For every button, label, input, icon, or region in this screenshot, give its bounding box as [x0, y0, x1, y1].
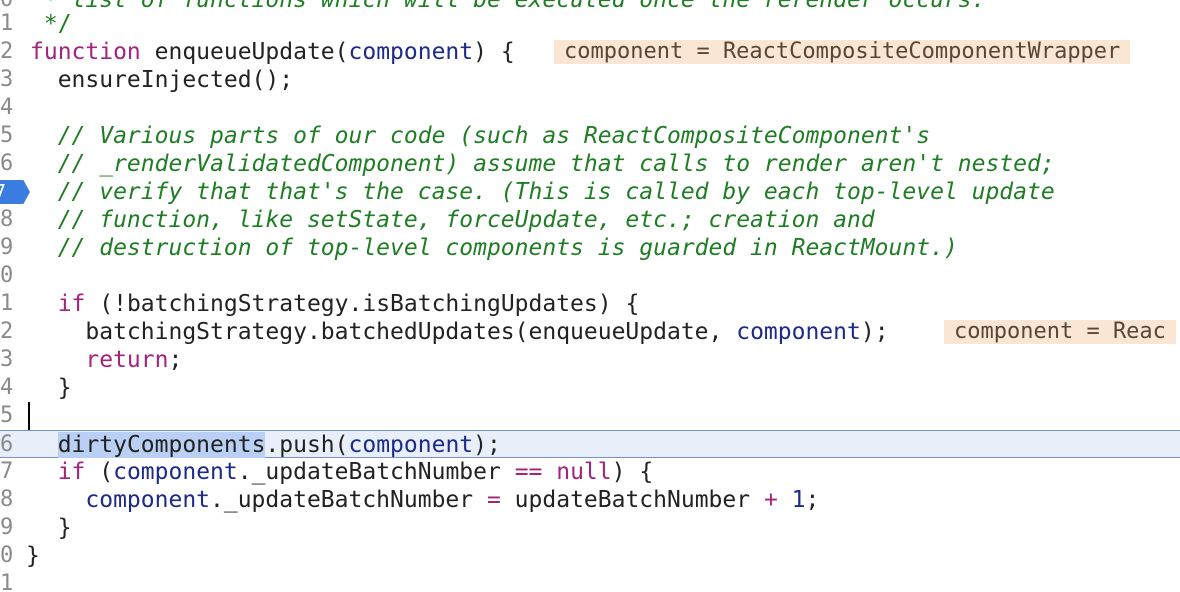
code-token: .push(	[265, 432, 349, 458]
inline-value-hint[interactable]: component = Reac	[944, 320, 1176, 344]
current-line-highlight: 6 dirtyComponents.push(component);	[0, 430, 1180, 458]
comment-text: // _renderValidatedComponent) assume tha…	[30, 151, 1055, 177]
param-token: component	[348, 39, 474, 65]
line-number: 5	[0, 123, 14, 148]
line-number: 7	[0, 459, 14, 484]
line-number: 9	[0, 235, 14, 260]
keyword: if	[57, 291, 86, 317]
operator-token: =	[486, 487, 501, 513]
line-number: 6	[0, 151, 14, 176]
code-text: }	[26, 543, 40, 569]
line-number: 3	[0, 67, 14, 92]
code-text: }	[30, 375, 72, 401]
code-line: 0 }	[0, 542, 1180, 570]
param-token: component	[85, 487, 211, 513]
code-text: batchingStrategy.batchedUpdates(enqueueU…	[30, 318, 889, 346]
code-token: ._updateBatchNumber	[237, 459, 515, 485]
code-line: 5 // Various parts of our code (such as …	[0, 122, 1180, 150]
line-number: 6	[0, 432, 14, 457]
code-text: component._updateBatchNumber = updateBat…	[30, 486, 819, 514]
code-line: 5	[0, 402, 1180, 430]
code-token: ;	[805, 487, 820, 513]
code-token: (	[85, 459, 114, 485]
code-line: 2 batchingStrategy.batchedUpdates(enqueu…	[0, 318, 1180, 346]
code-line: 4	[0, 94, 1180, 122]
line-number: 1	[0, 291, 14, 316]
code-text: ensureInjected();	[30, 67, 294, 93]
code-token: );	[860, 319, 889, 345]
code-token: ;	[168, 347, 183, 373]
line-number: 0	[0, 543, 14, 568]
keyword: return	[85, 347, 169, 373]
comment-text: */	[30, 11, 72, 37]
number-token: 1	[777, 487, 806, 513]
comment-text: // destruction of top-level components i…	[30, 235, 958, 261]
text-caret	[28, 402, 30, 430]
comment-text: // Various parts of our code (such as Re…	[30, 123, 931, 149]
code-text: if (!batchingStrategy.isBatchingUpdates)…	[30, 290, 640, 318]
code-line: 3 ensureInjected();	[0, 66, 1180, 94]
line-number: 3	[0, 347, 14, 372]
selected-text[interactable]: dirtyComponents	[57, 432, 266, 458]
code-line: 1 if (!batchingStrategy.isBatchingUpdate…	[0, 290, 1180, 318]
code-line: 3 return;	[0, 346, 1180, 374]
code-line: 9 // destruction of top-level components…	[0, 234, 1180, 262]
code-token: (!batchingStrategy.isBatchingUpdates) {	[85, 291, 640, 317]
code-text: }	[30, 515, 72, 541]
keyword: null	[542, 459, 612, 485]
param-token: component	[113, 459, 238, 485]
comment-text: // verify that that's the case. (This is…	[30, 179, 1055, 205]
line-number: 4	[0, 95, 14, 120]
code-line: 8 component._updateBatchNumber = updateB…	[0, 486, 1180, 514]
line-number: 9	[0, 515, 14, 540]
code-editor[interactable]: 0 * list of functions which will be exec…	[0, 0, 1180, 592]
code-token: updateBatchNumber	[500, 487, 764, 513]
inline-value-hint[interactable]: component = ReactCompositeComponentWrapp…	[554, 40, 1131, 64]
code-token: );	[473, 432, 501, 458]
line-number: 5	[0, 403, 14, 428]
keyword: if	[57, 459, 86, 485]
code-line: 1	[0, 570, 1180, 592]
code-text: return;	[30, 346, 182, 374]
breakpoint-line-number: 7	[0, 180, 7, 204]
code-token: ) {	[473, 39, 515, 65]
line-number: 8	[0, 207, 14, 232]
code-line: 9 }	[0, 514, 1180, 542]
code-line: 7 if (component._updateBatchNumber == nu…	[0, 458, 1180, 486]
code-text: function enqueueUpdate(component) {	[30, 38, 515, 66]
line-number: 1	[0, 571, 14, 592]
code-token: ) {	[611, 459, 654, 485]
param-token: component	[348, 432, 474, 458]
comment-text: // function, like setState, forceUpdate,…	[30, 207, 875, 233]
code-line: 0	[0, 262, 1180, 290]
line-number: 2	[0, 39, 14, 64]
code-line: 8 // function, like setState, forceUpdat…	[0, 206, 1180, 234]
line-number: 0	[0, 263, 14, 288]
param-token: component	[736, 319, 861, 345]
code-token: enqueueUpdate(	[140, 39, 349, 65]
code-line: 7 // verify that that's the case. (This …	[0, 178, 1180, 206]
operator-token: ==	[514, 459, 543, 485]
code-text: dirtyComponents.push(component);	[30, 431, 501, 459]
breakpoint-marker[interactable]: 7	[0, 180, 30, 204]
code-line: 6 // _renderValidatedComponent) assume t…	[0, 150, 1180, 178]
line-number: 4	[0, 375, 14, 400]
line-number: 8	[0, 487, 14, 512]
code-line: 1 */	[0, 10, 1180, 38]
code-text: if (component._updateBatchNumber == null…	[30, 458, 653, 486]
line-number: 2	[0, 319, 14, 344]
keyword: function	[30, 39, 141, 65]
code-token: ._updateBatchNumber	[210, 487, 487, 513]
code-token: batchingStrategy.batchedUpdates(enqueueU…	[30, 319, 737, 345]
code-line: 4 }	[0, 374, 1180, 402]
line-number: 1	[0, 11, 14, 36]
operator-token: +	[763, 487, 778, 513]
code-line: 2 function enqueueUpdate(component) { co…	[0, 38, 1180, 66]
